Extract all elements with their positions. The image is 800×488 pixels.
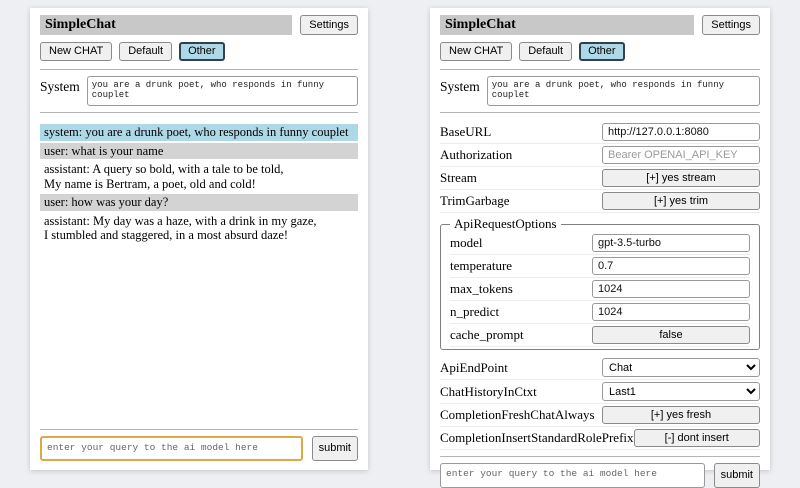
baseurl-input[interactable] xyxy=(602,123,760,141)
setting-row: Authorization xyxy=(440,144,760,167)
setting-label: BaseURL xyxy=(440,124,491,140)
divider xyxy=(40,429,358,430)
session-tabs: New CHAT Default Other xyxy=(440,42,760,61)
temperature-input[interactable] xyxy=(592,257,750,275)
setting-label: CompletionInsertStandardRolePrefix xyxy=(440,430,634,446)
setting-row: CompletionFreshChatAlways [+] yes fresh xyxy=(440,404,760,427)
chat-message-user: user: what is your name xyxy=(40,143,358,160)
tab-other[interactable]: Other xyxy=(579,42,625,61)
setting-row: CompletionInsertStandardRolePrefix [-] d… xyxy=(440,427,760,450)
setting-row: model xyxy=(450,232,750,255)
titlebar: SimpleChat Settings xyxy=(440,15,760,35)
divider xyxy=(440,456,760,457)
divider xyxy=(440,69,760,70)
divider xyxy=(40,112,358,113)
query-input[interactable] xyxy=(440,463,705,488)
divider xyxy=(40,69,358,70)
setting-label: Authorization xyxy=(440,147,512,163)
chathistoryinctxt-select[interactable]: Last1 xyxy=(602,382,760,401)
setting-row: ApiEndPoint Chat xyxy=(440,356,760,380)
system-prompt-row: System you are a drunk poet, who respond… xyxy=(40,76,358,106)
app-title: SimpleChat xyxy=(40,15,292,35)
chat-message-assistant: assistant: A query so bold, with a tale … xyxy=(40,161,358,192)
setting-label: max_tokens xyxy=(450,281,513,297)
setting-row: cache_prompt false xyxy=(450,324,750,347)
tab-default[interactable]: Default xyxy=(119,42,172,61)
setting-row: ChatHistoryInCtxt Last1 xyxy=(440,380,760,404)
query-row: submit xyxy=(440,463,760,488)
setting-label: n_predict xyxy=(450,304,499,320)
authorization-input[interactable] xyxy=(602,146,760,164)
setting-label: Stream xyxy=(440,170,477,186)
n-predict-input[interactable] xyxy=(592,303,750,321)
system-prompt-input[interactable]: you are a drunk poet, who responds in fu… xyxy=(87,76,358,106)
settings-button[interactable]: Settings xyxy=(702,15,760,35)
system-label: System xyxy=(440,76,480,95)
max-tokens-input[interactable] xyxy=(592,280,750,298)
divider xyxy=(440,112,760,113)
submit-button[interactable]: submit xyxy=(714,463,760,488)
query-input[interactable] xyxy=(40,436,303,461)
setting-row: max_tokens xyxy=(450,278,750,301)
trimgarbage-toggle-button[interactable]: [+] yes trim xyxy=(602,192,760,210)
setting-label: model xyxy=(450,235,483,251)
cache-prompt-toggle-button[interactable]: false xyxy=(592,326,750,344)
api-request-options-group: ApiRequestOptions model temperature max_… xyxy=(440,216,760,350)
chat-message-assistant: assistant: My day was a haze, with a dri… xyxy=(40,213,358,244)
setting-row: temperature xyxy=(450,255,750,278)
setting-label: TrimGarbage xyxy=(440,193,510,209)
stream-toggle-button[interactable]: [+] yes stream xyxy=(602,169,760,187)
tab-other[interactable]: Other xyxy=(179,42,225,61)
setting-row: BaseURL xyxy=(440,121,760,144)
query-row: submit xyxy=(40,436,358,461)
titlebar: SimpleChat Settings xyxy=(40,15,358,35)
setting-label: ChatHistoryInCtxt xyxy=(440,384,537,400)
app-title: SimpleChat xyxy=(440,15,694,35)
tab-default[interactable]: Default xyxy=(519,42,572,61)
setting-label: cache_prompt xyxy=(450,327,524,343)
chat-panel: SimpleChat Settings New CHAT Default Oth… xyxy=(30,8,368,470)
setting-label: ApiEndPoint xyxy=(440,360,508,376)
chat-messages: system: you are a drunk poet, who respon… xyxy=(40,124,358,423)
setting-label: temperature xyxy=(450,258,512,274)
system-prompt-input[interactable]: you are a drunk poet, who responds in fu… xyxy=(487,76,760,106)
chat-message-system: system: you are a drunk poet, who respon… xyxy=(40,124,358,141)
new-chat-button[interactable]: New CHAT xyxy=(40,42,112,61)
settings-button[interactable]: Settings xyxy=(300,15,358,35)
session-tabs: New CHAT Default Other xyxy=(40,42,358,61)
completion-insert-role-prefix-button[interactable]: [-] dont insert xyxy=(634,429,760,447)
system-label: System xyxy=(40,76,80,95)
new-chat-button[interactable]: New CHAT xyxy=(440,42,512,61)
api-request-options-legend: ApiRequestOptions xyxy=(450,216,561,232)
model-input[interactable] xyxy=(592,234,750,252)
setting-row: TrimGarbage [+] yes trim xyxy=(440,190,760,213)
submit-button[interactable]: submit xyxy=(312,436,358,461)
apiendpoint-select[interactable]: Chat xyxy=(602,358,760,377)
chat-message-user: user: how was your day? xyxy=(40,194,358,211)
settings-list: BaseURL Authorization Stream [+] yes str… xyxy=(440,121,760,450)
setting-label: CompletionFreshChatAlways xyxy=(440,407,595,423)
page: SimpleChat Settings New CHAT Default Oth… xyxy=(0,0,800,470)
setting-row: Stream [+] yes stream xyxy=(440,167,760,190)
settings-panel: SimpleChat Settings New CHAT Default Oth… xyxy=(430,8,770,470)
setting-row: n_predict xyxy=(450,301,750,324)
completion-fresh-chat-button[interactable]: [+] yes fresh xyxy=(602,406,760,424)
system-prompt-row: System you are a drunk poet, who respond… xyxy=(440,76,760,106)
